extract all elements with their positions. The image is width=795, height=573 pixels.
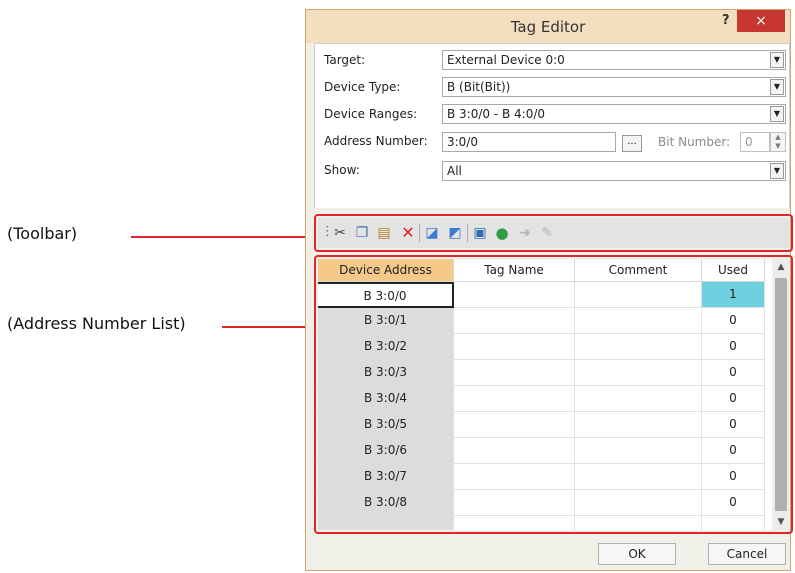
bit-number-label: Bit Number:	[658, 135, 731, 149]
chevron-down-icon[interactable]: ▼	[770, 163, 784, 179]
list-callout-label: (Address Number List)	[7, 314, 186, 333]
browse-button[interactable]: ...	[622, 135, 642, 152]
address-number-label: Address Number:	[324, 134, 428, 148]
list-highlight	[314, 255, 793, 534]
device-ranges-label: Device Ranges:	[324, 107, 418, 121]
device-type-dropdown[interactable]: B (Bit(Bit)) ▼	[442, 77, 786, 97]
target-dropdown[interactable]: External Device 0:0 ▼	[442, 50, 786, 70]
chevron-down-icon[interactable]: ▼	[770, 106, 784, 122]
address-number-value: 3:0/0	[447, 135, 478, 149]
bit-number-input[interactable]: 0	[740, 132, 770, 152]
target-label: Target:	[324, 53, 366, 67]
toolbar-callout-line	[131, 236, 314, 238]
device-ranges-dropdown[interactable]: B 3:0/0 - B 4:0/0 ▼	[442, 104, 786, 124]
chevron-down-icon[interactable]: ▼	[770, 79, 784, 95]
help-button[interactable]: ?	[722, 13, 730, 28]
bit-number-value: 0	[745, 135, 753, 149]
show-value: All	[447, 164, 462, 178]
device-ranges-value: B 3:0/0 - B 4:0/0	[447, 107, 546, 121]
device-type-value: B (Bit(Bit))	[447, 80, 511, 94]
dialog-title: Tag Editor	[510, 18, 586, 36]
bit-number-spinner[interactable]: ▲ ▼	[770, 132, 786, 152]
cancel-button[interactable]: Cancel	[708, 543, 786, 565]
target-value: External Device 0:0	[447, 53, 565, 67]
show-label: Show:	[324, 163, 360, 177]
toolbar-callout-label: (Toolbar)	[7, 224, 78, 243]
list-callout-line	[222, 326, 314, 328]
chevron-down-icon[interactable]: ▼	[770, 52, 784, 68]
toolbar-highlight	[314, 214, 793, 252]
close-button[interactable]: ×	[737, 10, 785, 32]
address-number-input[interactable]: 3:0/0	[442, 132, 616, 152]
show-dropdown[interactable]: All ▼	[442, 161, 786, 181]
title-bar: Tag Editor ? ×	[306, 10, 790, 43]
ok-button[interactable]: OK	[598, 543, 676, 565]
settings-panel: Target: External Device 0:0 ▼ Device Typ…	[314, 43, 790, 208]
device-type-label: Device Type:	[324, 80, 401, 94]
